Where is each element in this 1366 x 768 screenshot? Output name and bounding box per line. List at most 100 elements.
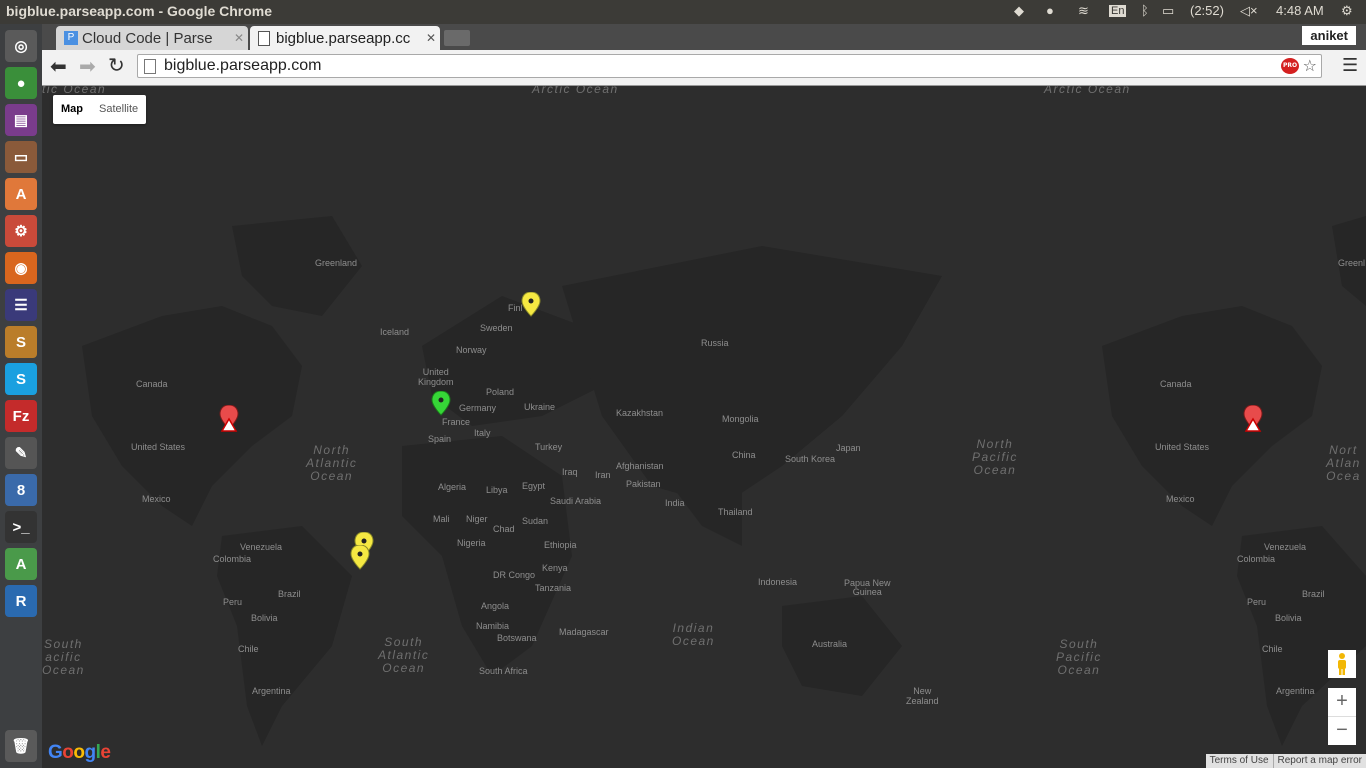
clock[interactable]: 4:48 AM: [1276, 3, 1324, 18]
country-label: New Zealand: [906, 686, 939, 706]
country-label: Sweden: [480, 323, 513, 333]
profile-button[interactable]: aniket: [1302, 26, 1356, 45]
map-type-control: Map Satellite: [53, 95, 147, 124]
country-label: Chad: [493, 524, 515, 534]
forward-button[interactable]: ➡: [79, 54, 96, 78]
ocean-label: South Pacific Ocean: [1056, 637, 1102, 677]
wifi-icon[interactable]: ≋: [1078, 3, 1089, 19]
country-label: United Kingdom: [418, 367, 454, 387]
zoom-out-button[interactable]: −: [1328, 716, 1356, 745]
dash-icon[interactable]: ◎: [5, 30, 37, 62]
country-label: Greenland: [315, 258, 358, 268]
country-label: Sudan: [522, 516, 549, 526]
country-label: Spain: [428, 434, 452, 444]
map-canvas[interactable]: Arctic Ocean Arctic Ocean tic Ocean Nort…: [42, 86, 1366, 768]
map-type-satellite-button[interactable]: Satellite: [91, 95, 146, 124]
country-label: Chile: [1262, 644, 1283, 654]
inkscape-icon[interactable]: ✎: [5, 437, 37, 469]
battery-status[interactable]: (2:52): [1190, 3, 1224, 18]
reload-button[interactable]: ↻: [108, 53, 125, 77]
country-label: Niger: [466, 514, 488, 524]
country-label: India: [665, 498, 685, 508]
keyboard-indicator[interactable]: En: [1109, 5, 1127, 17]
marker-red-usa[interactable]: [219, 405, 239, 433]
tab-bigblue[interactable]: bigblue.parseapp.cc ✕: [250, 26, 440, 50]
back-button[interactable]: ⬅: [50, 54, 67, 78]
zoom-in-button[interactable]: +: [1328, 688, 1356, 716]
country-label: China: [732, 450, 756, 460]
country-label: Italy: [474, 428, 491, 438]
country-label: Iraq: [562, 467, 578, 477]
country-label: Ukraine: [524, 402, 556, 412]
country-label: Saudi Arabia: [550, 496, 602, 506]
battery-icon[interactable]: ▭: [1162, 3, 1174, 19]
bookmark-star-icon[interactable]: ☆: [1303, 56, 1317, 75]
marker-red-usa-2[interactable]: [1243, 405, 1263, 433]
address-bar[interactable]: bigblue.parseapp.com PRO ☆: [137, 54, 1322, 78]
page-icon: [144, 59, 156, 74]
country-label: Egypt: [522, 481, 546, 491]
files-icon[interactable]: ▭: [5, 141, 37, 173]
new-tab-button[interactable]: [444, 30, 470, 46]
country-label: Argentina: [252, 686, 291, 696]
report-error-link[interactable]: Report a map error: [1272, 754, 1366, 768]
android-studio-icon[interactable]: A: [5, 548, 37, 580]
country-label: Kazakhstan: [616, 408, 664, 418]
launcher: ◎ ● ▤ ▭ A ⚙ ◉ ☰ S S Fz ✎ 8 >_ A R 🗑: [0, 24, 42, 768]
close-tab-icon[interactable]: ✕: [234, 31, 244, 45]
volume-icon[interactable]: ◁×: [1240, 3, 1258, 19]
country-label: Mexico: [1166, 494, 1195, 504]
country-label: United States: [131, 442, 186, 452]
marker-green-france[interactable]: [431, 391, 451, 419]
country-label: DR Congo: [493, 570, 536, 580]
power-icon[interactable]: ⚙: [1341, 3, 1353, 19]
software-center-icon[interactable]: A: [5, 178, 37, 210]
country-label: South Korea: [785, 454, 836, 464]
street-view-pegman-icon[interactable]: [1328, 650, 1356, 678]
map-type-map-button[interactable]: Map: [53, 95, 91, 124]
pro-extension-icon[interactable]: PRO: [1281, 58, 1299, 74]
terms-link[interactable]: Terms of Use: [1206, 754, 1273, 768]
ocean-label: North Atlantic Ocean: [306, 443, 358, 483]
bluetooth-icon[interactable]: ᛒ: [1141, 3, 1149, 18]
country-label: Brazil: [1302, 589, 1325, 599]
country-label: Nigeria: [457, 538, 486, 548]
ocean-label: South acific Ocean: [42, 637, 85, 677]
filezilla-icon[interactable]: Fz: [5, 400, 37, 432]
chrome-icon[interactable]: ●: [5, 67, 37, 99]
country-label: South Africa: [479, 666, 528, 676]
settings-icon[interactable]: ⚙: [5, 215, 37, 247]
ocean-label: Arctic Ocean: [1044, 86, 1131, 96]
ocean-label: Arctic Ocean: [532, 86, 619, 96]
google-logo: Google: [48, 742, 111, 763]
menu-icon[interactable]: ☰: [1342, 55, 1358, 76]
firefox-icon[interactable]: ◉: [5, 252, 37, 284]
country-label: Tanzania: [535, 583, 572, 593]
country-label: Pakistan: [626, 479, 661, 489]
country-label: Peru: [223, 597, 243, 607]
terminal-icon[interactable]: >_: [5, 511, 37, 543]
top-panel: bigblue.parseapp.com - Google Chrome ◆ ●…: [0, 0, 1366, 24]
chrome-tray-icon[interactable]: ●: [1046, 3, 1054, 18]
country-label: Canada: [136, 379, 168, 389]
url-text[interactable]: bigblue.parseapp.com: [164, 57, 321, 75]
keyring-icon[interactable]: 8: [5, 474, 37, 506]
marker-yellow-finland[interactable]: [521, 292, 541, 320]
country-label: Thailand: [718, 507, 753, 517]
page-icon: [258, 31, 270, 46]
ocean-label: North Pacific Ocean: [972, 437, 1018, 477]
country-label: Bolivia: [251, 613, 278, 623]
tab-cloud-code[interactable]: P Cloud Code | Parse ✕: [56, 26, 248, 50]
skype-icon[interactable]: S: [5, 363, 37, 395]
eclipse-icon[interactable]: ☰: [5, 289, 37, 321]
app-icon[interactable]: ▤: [5, 104, 37, 136]
country-label: Argentina: [1276, 686, 1315, 696]
country-label: Colombia: [213, 554, 252, 564]
dropbox-icon[interactable]: ◆: [1014, 3, 1024, 19]
marker-yellow-atlantic-2[interactable]: [350, 545, 370, 573]
r-icon[interactable]: R: [5, 585, 37, 617]
close-tab-icon[interactable]: ✕: [426, 31, 436, 45]
sublime-icon[interactable]: S: [5, 326, 37, 358]
map-land: [82, 216, 1366, 746]
trash-icon[interactable]: 🗑: [5, 730, 37, 762]
